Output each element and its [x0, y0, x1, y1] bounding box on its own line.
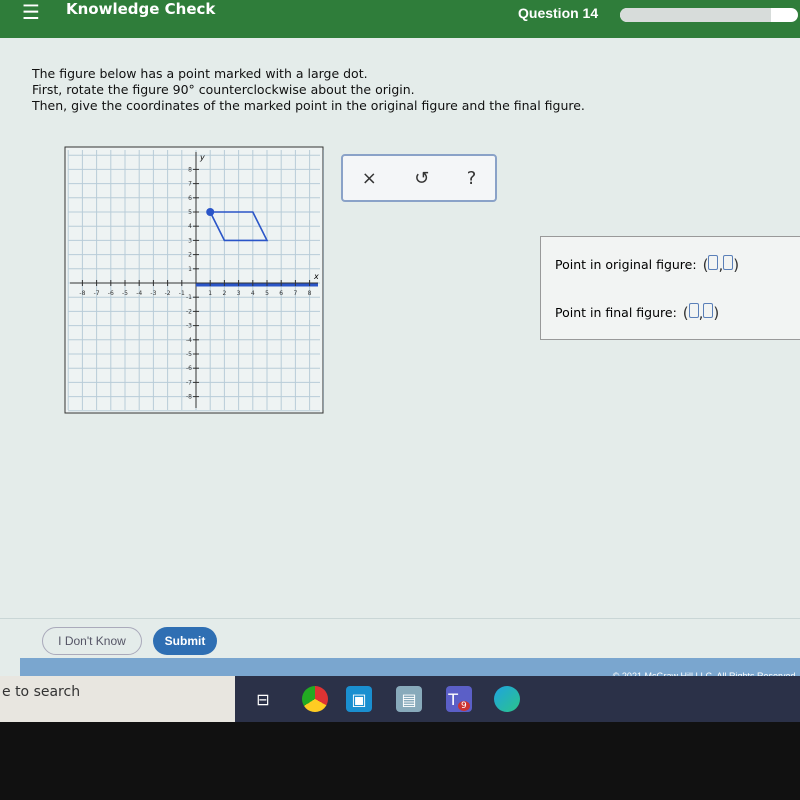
y-tick-label: -1: [186, 294, 192, 301]
y-tick-label: 5: [188, 209, 192, 216]
x-tick-label: -4: [136, 290, 142, 297]
prompt-line: The figure below has a point marked with…: [32, 66, 368, 81]
x-axis-label: x: [313, 272, 319, 281]
x-tick-label: -5: [122, 290, 128, 297]
x-tick-label: -8: [79, 290, 85, 297]
answer-panel: Point in original figure: (,) Point in f…: [540, 236, 800, 340]
y-tick-label: -5: [186, 351, 192, 358]
help-icon[interactable]: ?: [467, 168, 477, 189]
y-tick-label: -3: [186, 323, 192, 330]
y-tick-label: 8: [188, 166, 192, 173]
y-tick-label: -7: [186, 379, 192, 386]
x-tick-label: -6: [108, 290, 114, 297]
y-tick-label: 6: [188, 195, 192, 202]
y-tick-label: 2: [188, 252, 192, 259]
edge-icon[interactable]: [494, 686, 520, 712]
x-tick-label: -2: [165, 290, 171, 297]
y-tick-label: -6: [186, 365, 192, 372]
x-tick-label: 3: [237, 290, 241, 297]
original-x-input[interactable]: [708, 255, 719, 270]
teams-icon[interactable]: T9: [446, 686, 472, 712]
original-point-row: Point in original figure: (,): [555, 255, 740, 274]
x-tick-label: -7: [94, 290, 100, 297]
taskbar: e to search ⊟ ▣ ▤ T9: [0, 676, 800, 722]
progress-fill: [620, 8, 772, 22]
final-point-row: Point in final figure: (,): [555, 303, 720, 322]
x-tick-label: 7: [293, 290, 297, 297]
question-number: Question 14: [518, 5, 599, 21]
clear-icon[interactable]: ×: [362, 168, 377, 189]
screen: ☰ Knowledge Check Question 14 The figure…: [0, 0, 800, 722]
remote-desktop-icon[interactable]: ▣: [346, 686, 372, 712]
hamburger-icon[interactable]: ☰: [22, 0, 40, 24]
submit-button[interactable]: Submit: [153, 627, 217, 655]
x-tick-label: -1: [179, 290, 185, 297]
coordinate-graph[interactable]: -8 -8 -7 -7 -6 -6 -5 -5 -4 -4 -3 -3 -2 -2 -1-1 1 1 2 2 3 3 4 4…: [64, 146, 324, 414]
header: ☰ Knowledge Check Question 14: [0, 0, 800, 38]
y-axis-label: y: [199, 153, 205, 162]
y-tick-label: -8: [186, 394, 192, 401]
x-tick-label: 4: [251, 290, 255, 297]
final-point-label: Point in final figure:: [555, 305, 677, 320]
y-tick-label: 7: [188, 181, 192, 188]
dont-know-button[interactable]: I Don't Know: [42, 627, 142, 655]
x-tick-label: 8: [308, 290, 312, 297]
y-tick-label: 1: [188, 266, 192, 273]
y-tick-label: 3: [188, 237, 192, 244]
prompt-line: Then, give the coordinates of the marked…: [32, 98, 585, 113]
prompt-line: First, rotate the figure 90° countercloc…: [32, 82, 415, 97]
undo-icon[interactable]: ↺: [414, 168, 429, 189]
final-x-input[interactable]: [688, 303, 699, 318]
marked-point: [206, 208, 215, 216]
x-tick-label: 5: [265, 290, 269, 297]
progress-bar: [620, 8, 798, 22]
teams-badge: 9: [458, 701, 470, 711]
task-view-icon[interactable]: ⊟: [250, 686, 276, 712]
original-y-input[interactable]: [723, 255, 734, 270]
x-tick-label: 6: [279, 290, 283, 297]
question-prompt: The figure below has a point marked with…: [32, 66, 585, 114]
y-tick-label: -2: [186, 308, 192, 315]
final-y-input[interactable]: [703, 303, 714, 318]
footer: I Don't Know Submit: [0, 618, 800, 658]
original-point-label: Point in original figure:: [555, 257, 697, 272]
x-tick-label: -3: [150, 290, 156, 297]
graph-frame: [64, 146, 324, 414]
y-tick-label: 4: [188, 223, 192, 230]
y-tick-label: -4: [186, 337, 192, 344]
chrome-icon[interactable]: [302, 686, 328, 712]
x-tick-label: 2: [222, 290, 226, 297]
graph-toolbar: × ↺ ?: [341, 154, 497, 202]
network-app-icon[interactable]: ▤: [396, 686, 422, 712]
app-title: Knowledge Check: [66, 0, 216, 18]
taskbar-search[interactable]: e to search: [0, 676, 235, 722]
x-tick-label: 1: [208, 290, 212, 297]
